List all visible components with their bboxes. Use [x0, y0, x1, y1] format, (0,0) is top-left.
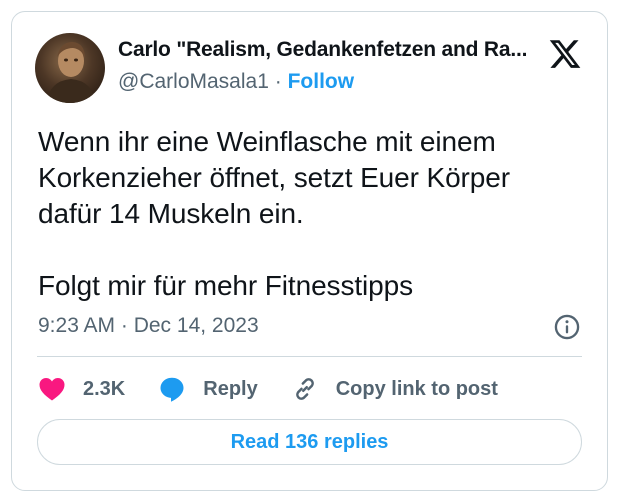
author-handle-row: @CarloMasala1 · Follow: [118, 70, 354, 94]
read-replies-button[interactable]: Read 136 replies: [37, 419, 582, 465]
divider: [37, 356, 582, 357]
author-handle[interactable]: @CarloMasala1: [118, 70, 269, 93]
tweet-text: Wenn ihr eine Weinflasche mit einem Kork…: [38, 126, 510, 301]
link-icon: [295, 378, 314, 400]
follow-button[interactable]: Follow: [288, 70, 355, 93]
tweet-card: Carlo "Realism, Gedankenfetzen and Ra...…: [11, 11, 608, 491]
copy-link-label: Copy link to post: [335, 377, 498, 400]
info-icon[interactable]: [553, 313, 581, 341]
heart-icon: [39, 378, 65, 401]
avatar-portrait-icon: [47, 41, 95, 103]
avatar[interactable]: [35, 33, 105, 103]
separator-dot: ·: [274, 70, 282, 93]
reply-button[interactable]: Reply: [157, 374, 258, 404]
reply-bubble-icon: [160, 377, 184, 402]
like-count: 2.3K: [83, 377, 126, 400]
x-logo-icon[interactable]: [548, 37, 582, 71]
action-bar: 2.3K Reply Copy link to post: [37, 373, 530, 405]
copy-link-button[interactable]: Copy link to post: [290, 374, 498, 404]
author-name[interactable]: Carlo "Realism, Gedankenfetzen and Ra...: [118, 38, 543, 62]
like-button[interactable]: 2.3K: [37, 374, 125, 404]
tweet-timestamp[interactable]: 9:23 AM · Dec 14, 2023: [38, 314, 259, 338]
reply-label: Reply: [203, 377, 258, 400]
